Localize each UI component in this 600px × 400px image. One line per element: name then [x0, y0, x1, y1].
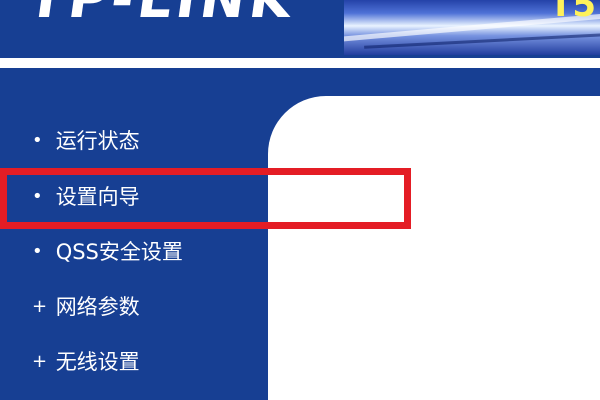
- sidebar-item-qss-security[interactable]: • QSS安全设置: [32, 235, 183, 269]
- sidebar-menu: • 运行状态 • 设置向导 • QSS安全设置 + 网络参数 + 无线设置: [0, 112, 262, 400]
- content-panel: [268, 96, 600, 400]
- banner-mark: T5: [549, 0, 596, 25]
- sidebar-item-wireless-settings[interactable]: + 无线设置: [32, 345, 140, 379]
- plus-icon: +: [32, 351, 48, 372]
- tp-link-logo: TP-LINK: [24, 0, 300, 30]
- sidebar-item-label: 网络参数: [55, 295, 140, 319]
- header-divider: [0, 58, 600, 68]
- bullet-dot-icon: •: [32, 186, 43, 207]
- router-admin-page: TP-LINK T5 • 运行状态 • 设置向导 • QSS安全设置 + 网络参…: [0, 0, 600, 400]
- sidebar-item-running-status[interactable]: • 运行状态: [32, 124, 140, 158]
- sidebar-item-label: 无线设置: [55, 350, 140, 374]
- header-bar: TP-LINK T5: [0, 0, 600, 58]
- sidebar-item-network-parameters[interactable]: + 网络参数: [32, 290, 140, 324]
- header-banner-image: T5: [344, 0, 600, 55]
- sidebar-item-label: QSS安全设置: [55, 240, 183, 264]
- bullet-dot-icon: •: [32, 130, 43, 151]
- sidebar-item-setup-wizard[interactable]: • 设置向导: [32, 180, 140, 214]
- plus-icon: +: [32, 296, 48, 317]
- bullet-dot-icon: •: [32, 241, 43, 262]
- sidebar-item-label: 运行状态: [55, 129, 140, 153]
- sidebar-item-label: 设置向导: [55, 185, 140, 209]
